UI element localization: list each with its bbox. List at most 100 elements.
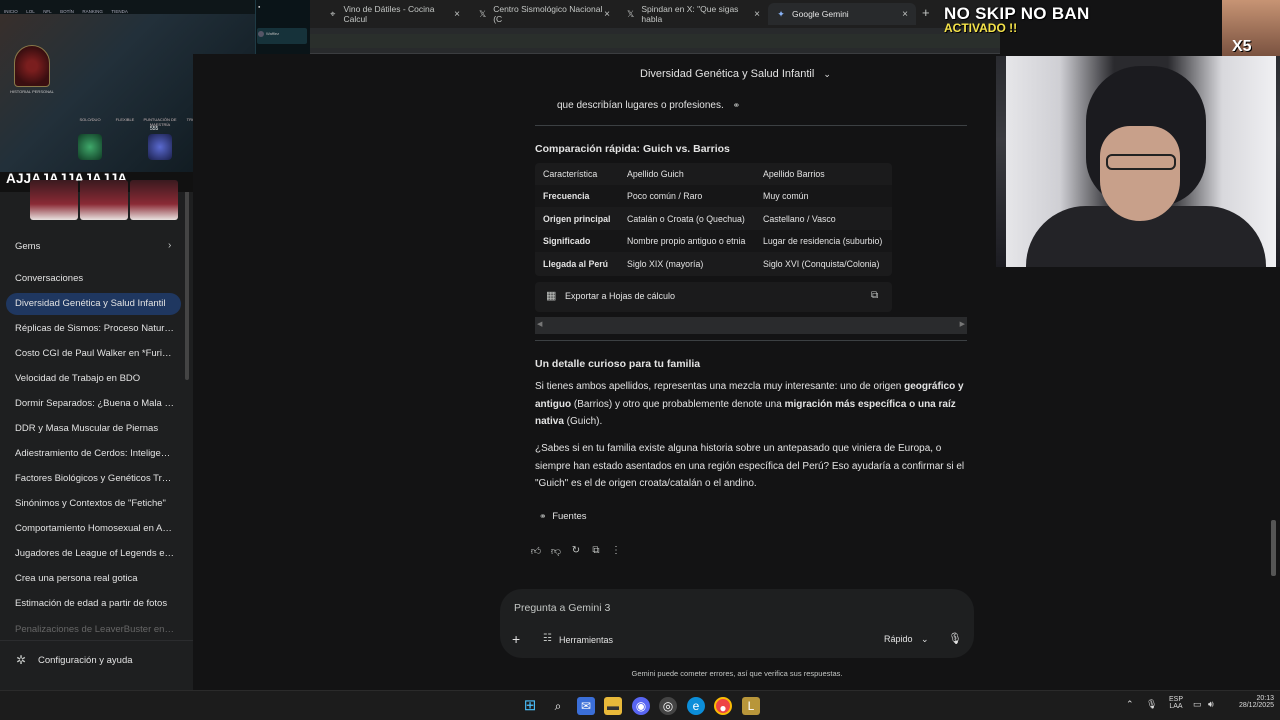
clock-date: 28/12/2025 xyxy=(1238,702,1274,709)
microphone-tray-icon[interactable]: 🎙︎ xyxy=(1146,699,1157,710)
sources-button[interactable]: ⚭ Fuentes xyxy=(535,511,595,529)
sidebar-item-9[interactable]: Comportamiento Homosexual en Ani... xyxy=(15,519,175,539)
scroll-right-icon[interactable]: ▶ xyxy=(960,320,965,328)
prompt-box xyxy=(500,589,974,658)
outlook-icon[interactable]: ✉ xyxy=(577,697,595,715)
sidebar-item-12[interactable]: Estimación de edad a partir de fotos xyxy=(15,594,175,614)
conversations-heading: Conversaciones xyxy=(15,273,84,284)
conversation-title-text: Diversidad Genética y Salud Infantil xyxy=(640,68,815,80)
comparison-heading: Comparación rápida: Guich vs. Barrios xyxy=(535,143,730,155)
thumbs-up-icon[interactable]: 👍︎ xyxy=(529,545,543,559)
new-tab-button[interactable]: + xyxy=(922,5,930,20)
paragraph-1: Si tienes ambos apellidos, representas u… xyxy=(535,378,967,431)
sidebar-item-8[interactable]: Sinónimos y Contextos de "Fetiche" xyxy=(15,494,175,514)
sidebar-item-4[interactable]: Dormir Separados: ¿Buena o Mala Id... xyxy=(15,394,175,414)
language-indicator[interactable]: ESP LAA xyxy=(1166,696,1186,710)
no-skip-banner: NO SKIP NO BAN ACTIVADO !! xyxy=(944,4,1120,42)
game-top-nav: INICIO LOL NFL BOTÍN RANKING TIENDA xyxy=(0,0,255,14)
sidebar-item-3[interactable]: Velocidad de Trabajo en BDO xyxy=(15,369,175,389)
tools-button[interactable]: Herramientas xyxy=(559,635,613,645)
tab-gemini[interactable]: ✦ Google Gemini × xyxy=(768,3,916,25)
sidebar-item-2[interactable]: Costo CGI de Paul Walker en *Furiou... xyxy=(15,344,175,364)
paragraph-2: ¿Sabes si en tu familia existe alguna hi… xyxy=(535,443,965,489)
table-cell: Origen principal xyxy=(543,214,611,224)
rank-badge-green xyxy=(78,134,102,160)
glasses xyxy=(1106,154,1176,170)
toolbar-strip xyxy=(310,34,1000,48)
microphone-icon[interactable]: 🎙︎ xyxy=(948,632,962,645)
table-cell: Siglo XIX (mayoría) xyxy=(627,259,704,269)
mode-label: Rápido xyxy=(884,634,913,644)
chevron-up-icon[interactable]: ⌃ xyxy=(1126,699,1134,710)
tab-spindan[interactable]: 𝕏 Spindan en X: "Que sigas habla × xyxy=(618,3,768,25)
sidebar-item-7[interactable]: Factores Biológicos y Genéticos Trans xyxy=(15,469,175,489)
friends-profile: ● xyxy=(258,4,261,9)
disclaimer-text: Gemini puede cometer errores, así que ve… xyxy=(631,669,843,678)
table-cell: Llegada al Perú xyxy=(543,259,609,269)
recorder-icon[interactable]: ◎ xyxy=(659,697,677,715)
chrome-icon[interactable]: ● xyxy=(714,697,732,715)
league-client-icon[interactable]: L xyxy=(742,697,760,715)
gear-icon[interactable]: ✲ xyxy=(16,653,26,667)
sidebar-item-13[interactable]: Penalizaciones de LeaverBuster en L... xyxy=(15,620,175,640)
thumbs-down-icon[interactable]: 👎︎ xyxy=(549,545,563,559)
mastery-badge xyxy=(148,134,172,160)
table-cell: Lugar de residencia (suburbio) xyxy=(763,236,883,246)
page-scrollbar[interactable] xyxy=(1271,520,1276,576)
regenerate-icon[interactable]: ↻ xyxy=(569,545,583,559)
close-icon[interactable]: × xyxy=(604,9,610,20)
close-icon[interactable]: × xyxy=(754,9,760,20)
sources-label: Fuentes xyxy=(552,511,587,522)
settings-label[interactable]: Configuración y ayuda xyxy=(38,655,133,666)
close-icon[interactable]: × xyxy=(902,9,908,20)
sidebar-item-10[interactable]: Jugadores de League of Legends en ... xyxy=(15,544,175,564)
table-cell: Castellano / Vasco xyxy=(763,214,836,224)
edge-icon[interactable]: e xyxy=(687,697,705,715)
sidebar-item-5[interactable]: DDR y Masa Muscular de Piernas xyxy=(15,419,175,439)
prompt-input[interactable]: Pregunta a Gemini 3 xyxy=(514,602,610,614)
game-tab-store: TIENDA xyxy=(111,9,128,14)
scroll-left-icon[interactable]: ◀ xyxy=(537,320,542,328)
mastery-score: 555 xyxy=(150,126,159,132)
network-icon[interactable]: ▭ xyxy=(1193,699,1202,710)
tab-sismologico[interactable]: 𝕏 Centro Sismológico Nacional (C × xyxy=(470,3,618,25)
language-bottom: LAA xyxy=(1169,703,1183,710)
link-icon[interactable]: ⚭ xyxy=(733,100,741,110)
sidebar-scrollbar[interactable] xyxy=(185,175,189,380)
clock[interactable]: 20:13 28/12/2025 xyxy=(1224,695,1274,709)
mode-selector[interactable]: Rápido ⌄ xyxy=(884,634,929,645)
game-tab-rank: RANKING xyxy=(82,9,103,14)
copy-icon[interactable]: ⧉ xyxy=(589,545,603,559)
windows-start-icon[interactable]: ⊞ xyxy=(521,697,539,715)
table-horizontal-scrollbar[interactable]: ◀ ▶ xyxy=(535,317,967,334)
volume-icon[interactable]: 🔊︎ xyxy=(1208,699,1214,710)
gems-label: Gems xyxy=(15,241,41,252)
table-cell: Poco común / Raro xyxy=(627,191,703,201)
sidebar-item-11[interactable]: Crea una persona real gotica xyxy=(15,569,175,589)
table-header: Apellido Guich xyxy=(627,169,684,179)
export-button[interactable]: Exportar a Hojas de cálculo xyxy=(565,291,675,301)
sidebar-gems[interactable]: Gems xyxy=(15,237,175,257)
search-icon[interactable]: ⌕ xyxy=(549,697,567,715)
language-top: ESP xyxy=(1168,696,1183,703)
chevron-down-icon: ⌄ xyxy=(921,634,929,644)
emote-thumbnail xyxy=(30,180,78,220)
close-icon[interactable]: × xyxy=(454,9,460,20)
more-options-icon[interactable]: ⋮ xyxy=(609,545,623,559)
conversation-title[interactable]: Diversidad Genética y Salud Infantil ⌄ xyxy=(640,68,831,80)
document-icon: ⌖ xyxy=(330,9,336,19)
sidebar-item-6[interactable]: Adiestramiento de Cerdos: Inteligenc... xyxy=(15,444,175,464)
tab-vino[interactable]: ⌖ Vino de Dátiles - Cocina Calcul × xyxy=(320,3,468,25)
link-icon: ⚭ xyxy=(539,511,547,521)
sidebar-item-1[interactable]: Réplicas de Sismos: Proceso Natural ... xyxy=(15,319,175,339)
tab-label: Vino de Dátiles - Cocina Calcul xyxy=(343,4,435,24)
p1-text: (Barrios) y otro que probablemente denot… xyxy=(571,398,785,410)
file-explorer-icon[interactable]: ▬ xyxy=(604,697,622,715)
add-attachment-button[interactable]: + xyxy=(512,631,520,647)
sidebar-item-0[interactable]: Diversidad Genética y Salud Infantil xyxy=(15,294,175,314)
game-tab-home: INICIO xyxy=(4,9,18,14)
discord-icon[interactable]: ◉ xyxy=(632,697,650,715)
table-header: Apellido Barrios xyxy=(763,169,825,179)
copy-icon[interactable]: ⧉ xyxy=(871,290,878,301)
table-cell: Siglo XVI (Conquista/Colonia) xyxy=(763,259,880,269)
